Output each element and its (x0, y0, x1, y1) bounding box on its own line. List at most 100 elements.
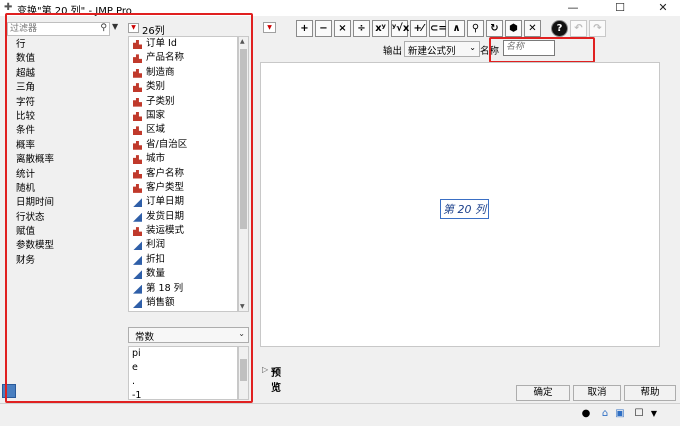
function-category-item[interactable]: 赋值 (7, 225, 121, 239)
column-item[interactable]: 子类别 (129, 95, 237, 109)
column-name: 制造商 (146, 66, 175, 78)
sync-icon[interactable]: ▣ (614, 408, 626, 420)
conditional-button[interactable]: ⊂= (429, 20, 447, 37)
hex-button[interactable]: ⬢ (505, 20, 522, 37)
column-item[interactable]: 第 18 列 (129, 282, 237, 296)
constant-item[interactable]: -1 (129, 389, 237, 399)
scroll-up-icon[interactable]: ▲ (240, 38, 245, 45)
info-icon[interactable]: ● (580, 408, 592, 420)
function-category-item[interactable]: 概率 (7, 139, 121, 153)
column-item[interactable]: 省/自治区 (129, 138, 237, 152)
multiply-button[interactable]: × (334, 20, 351, 37)
minimize-button[interactable]: — (556, 0, 590, 16)
column-name: 城市 (146, 153, 166, 165)
column-item[interactable]: 订单日期 (129, 195, 237, 209)
editor-menu-icon[interactable]: ▼ (263, 22, 276, 33)
ok-button[interactable]: 确定 (516, 385, 570, 401)
column-item[interactable]: 国家 (129, 109, 237, 123)
redo-button[interactable]: ↷ (589, 20, 606, 37)
window-box-icon[interactable]: ☐ (633, 408, 645, 420)
column-item[interactable]: 折扣 (129, 253, 237, 267)
continuous-icon (133, 270, 142, 280)
scroll-thumb[interactable] (240, 359, 247, 381)
constants-scrollbar[interactable] (238, 346, 249, 400)
search-icon[interactable]: ⚲ (100, 23, 107, 33)
column-list: 订单 Id 产品名称 制造商类别子类别 国家区域 省/自治区 城市客户名称客户类型 订单日期… (128, 36, 238, 312)
subtract-button[interactable]: − (315, 20, 332, 37)
column-item[interactable]: 城市 (129, 152, 237, 166)
function-category-item[interactable]: 统计 (7, 168, 121, 182)
root-button[interactable]: ʸ√x (391, 20, 409, 37)
nominal-icon (133, 54, 142, 64)
column-item[interactable]: 销售额 (129, 296, 237, 310)
columns-menu-icon[interactable]: ▼ (128, 23, 139, 33)
formula-editor[interactable]: 第 20 列 (260, 62, 660, 347)
function-filter-box[interactable]: ⚲ (7, 22, 110, 36)
function-category-list: 行数值 超越 三角 字符 比较 条件 概率 离散概率 统计 随机 日期时间 行状态 赋值 参数模型 财务 (7, 38, 121, 398)
constants-select[interactable]: 常数 ⌄ (128, 327, 249, 343)
function-category-item[interactable]: 比较 (7, 110, 121, 124)
function-category-item[interactable]: 行 (7, 38, 121, 52)
rotate-button[interactable]: ↻ (486, 20, 503, 37)
function-filter-input[interactable] (8, 23, 90, 35)
output-selected: 新建公式列 (408, 46, 456, 57)
column-name: 类别 (146, 81, 166, 93)
column-name: 客户名称 (146, 167, 185, 179)
divide-button[interactable]: ÷ (353, 20, 370, 37)
function-category-item[interactable]: 随机 (7, 182, 121, 196)
editor-scrollbar[interactable] (660, 62, 671, 347)
constant-item[interactable]: . (129, 375, 237, 389)
scroll-down-icon[interactable]: ▼ (240, 303, 245, 310)
plus-minus-button[interactable]: +⁄− (410, 20, 427, 49)
search-button[interactable]: ⚲ (467, 20, 484, 37)
nominal-icon (133, 97, 142, 107)
function-category-item[interactable]: 日期时间 (7, 196, 121, 210)
column-item[interactable]: 客户类型 (129, 181, 237, 195)
add-button[interactable]: + (296, 20, 313, 37)
home-icon[interactable]: ⌂ (599, 408, 611, 420)
column-item[interactable]: 发货日期 (129, 210, 237, 224)
help-button[interactable]: ? (551, 20, 568, 37)
power-button[interactable]: xʸ (372, 20, 389, 37)
disclosure-icon[interactable]: ▷ (262, 365, 268, 374)
column-name: 订单 Id (146, 38, 177, 49)
output-select[interactable]: 新建公式列 ⌄ (404, 41, 480, 57)
column-list-scrollbar[interactable]: ▲ ▼ (238, 36, 249, 312)
column-item[interactable]: 制造商 (129, 66, 237, 80)
column-item[interactable]: 区域 (129, 123, 237, 137)
function-category-item[interactable]: 数值 (7, 52, 121, 66)
undo-button[interactable]: ↶ (570, 20, 587, 37)
delete-button[interactable]: ✕ (524, 20, 541, 37)
constant-item[interactable]: e (129, 361, 237, 375)
chevron-down-icon[interactable]: ▼ (648, 408, 660, 420)
help-button[interactable]: 帮助 (624, 385, 676, 401)
column-item[interactable]: 订单 Id (129, 37, 237, 51)
column-item[interactable]: 产品名称 (129, 51, 237, 65)
column-name: 国家 (146, 109, 166, 121)
column-item[interactable]: 类别 (129, 80, 237, 94)
formula-column-token[interactable]: 第 20 列 (440, 199, 489, 219)
scroll-thumb[interactable] (240, 49, 247, 229)
function-category-item[interactable]: 条件 (7, 124, 121, 138)
function-category-item[interactable]: 字符 (7, 96, 121, 110)
function-category-item[interactable]: 超越 (7, 67, 121, 81)
cancel-button[interactable]: 取消 (573, 385, 621, 401)
name-input[interactable] (504, 41, 556, 53)
name-field[interactable] (503, 40, 556, 56)
column-item[interactable]: 装运模式 (129, 224, 237, 238)
close-button[interactable]: ✕ (646, 0, 680, 16)
function-category-item[interactable]: 行状态 (7, 211, 121, 225)
column-item[interactable]: 客户名称 (129, 167, 237, 181)
function-category-item[interactable]: 财务 (7, 254, 121, 268)
column-item[interactable]: 利润 (129, 238, 237, 252)
column-item[interactable]: 数量 (129, 267, 237, 281)
and-button[interactable]: ∧ (448, 20, 465, 37)
function-category-item[interactable]: 参数模型 (7, 239, 121, 253)
chevron-down-icon: ⌄ (469, 43, 476, 52)
maximize-button[interactable]: ☐ (603, 0, 637, 16)
function-category-item[interactable]: 离散概率 (7, 153, 121, 167)
filter-dropdown-icon[interactable]: ▼ (112, 22, 118, 31)
function-category-item[interactable]: 三角 (7, 81, 121, 95)
script-icon[interactable] (2, 384, 16, 398)
constant-item[interactable]: pi (129, 347, 237, 361)
